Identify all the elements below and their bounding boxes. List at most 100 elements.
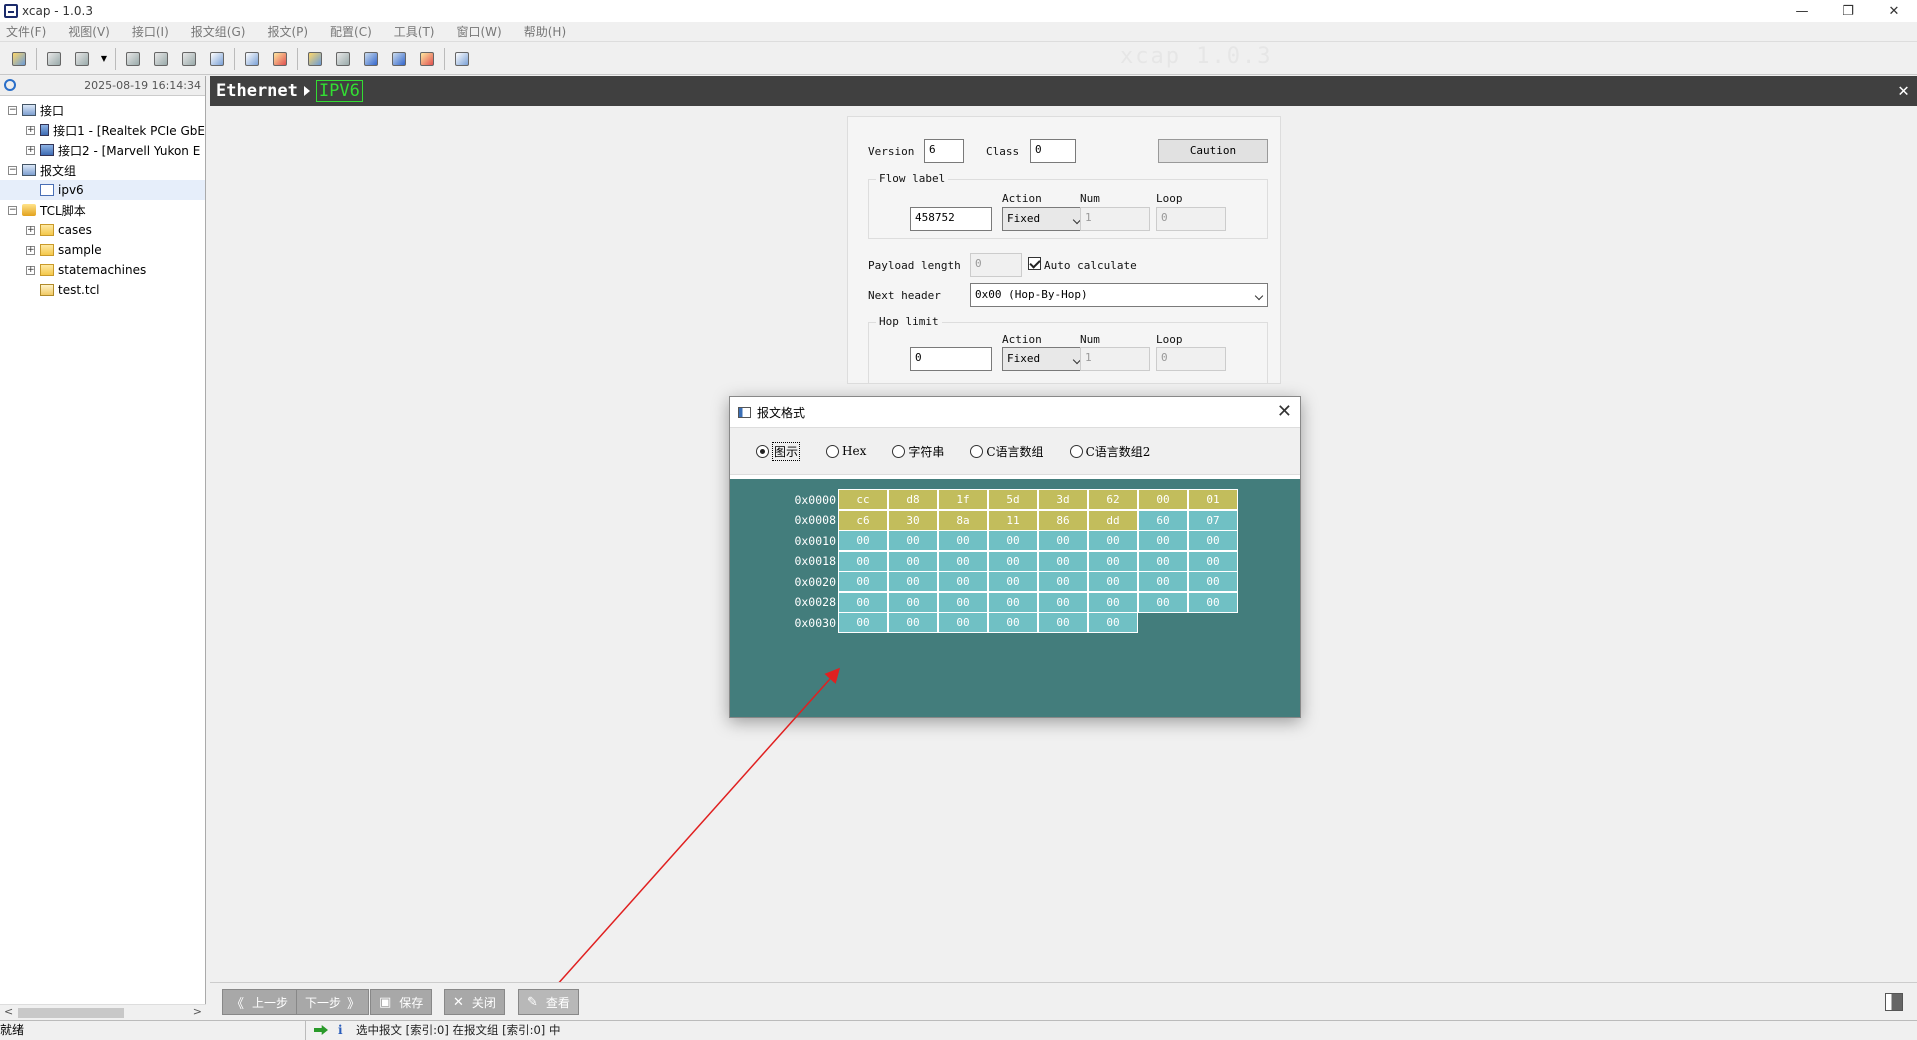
scroll-right-icon[interactable]: >	[193, 1005, 202, 1018]
payload-length-input[interactable]: 0	[970, 253, 1022, 277]
expand-icon[interactable]: +	[26, 225, 35, 235]
status-bar: 就绪 i 选中报文 [索引:0] 在报文组 [索引:0] 中	[0, 1020, 1917, 1040]
hop-loop-label: Loop	[1156, 333, 1183, 346]
previous-step-button[interactable]: 《 上一步	[222, 989, 298, 1015]
breadcrumb-ethernet[interactable]: Ethernet	[216, 81, 298, 101]
hex-byte[interactable]: 00	[838, 612, 888, 633]
toolbar-align-button[interactable]	[332, 48, 354, 70]
toolbar-delete-group-button[interactable]	[269, 48, 291, 70]
close-window-button[interactable]: ✕	[1871, 0, 1917, 22]
menu-window[interactable]: 窗口(W)	[457, 23, 502, 40]
version-input[interactable]: 6	[924, 139, 964, 163]
next-header-select[interactable]: 0x00 (Hop-By-Hop)	[970, 283, 1268, 307]
capture-icon	[126, 51, 140, 66]
minimize-button[interactable]: —	[1779, 0, 1825, 22]
breadcrumb-ipv6[interactable]: IPV6	[315, 80, 363, 102]
view-button[interactable]: ✎ 查看	[518, 989, 579, 1015]
tree-node-sample[interactable]: + sample	[0, 240, 205, 260]
collapse-icon[interactable]: −	[8, 105, 17, 115]
expand-icon[interactable]: +	[26, 245, 35, 255]
tree-node-cases[interactable]: + cases	[0, 220, 205, 240]
expand-icon[interactable]: +	[26, 145, 35, 155]
next-step-button[interactable]: 下一步 》	[296, 989, 370, 1015]
app-icon	[4, 4, 18, 18]
hop-num-label: Num	[1080, 333, 1100, 346]
close-editor-button[interactable]: ✕	[1898, 80, 1909, 101]
auto-calculate-checkbox[interactable]	[1028, 257, 1041, 270]
flow-label-input[interactable]: 458752	[910, 207, 992, 231]
sidebar-horizontal-scrollbar[interactable]: < >	[0, 1004, 206, 1020]
tree-node-interfaces[interactable]: − 接口	[0, 100, 205, 120]
expand-icon[interactable]: +	[26, 265, 35, 275]
radio-hex[interactable]: Hex	[826, 444, 866, 458]
restore-button[interactable]: ❐	[1825, 0, 1871, 22]
menu-view[interactable]: 视图(V)	[68, 23, 110, 40]
tree-view[interactable]: − 接口 + 接口1 - [Realtek PCIe GbE + 接口2 - […	[0, 96, 205, 300]
toolbar-dropdown-arrow[interactable]: ▼	[99, 48, 109, 70]
hex-byte[interactable]: 00	[988, 612, 1038, 633]
breadcrumb: Ethernet IPV6 ✕	[210, 76, 1917, 106]
dialog-title-bar: 报文格式 ✕	[730, 397, 1300, 427]
close-button[interactable]: ✕ 关闭	[444, 989, 505, 1015]
menu-file[interactable]: 文件(F)	[6, 23, 46, 40]
toolbar-stats-button[interactable]	[416, 48, 438, 70]
flow-loop-input[interactable]: 0	[1156, 207, 1226, 231]
folder-icon	[40, 244, 54, 256]
flow-num-input[interactable]: 1	[1080, 207, 1150, 231]
double-chevron-left-icon: 《	[231, 996, 245, 1012]
toolbar-capture-button[interactable]	[122, 48, 144, 70]
radio-diagram[interactable]: 图示	[756, 441, 801, 461]
tree-node-statemachines[interactable]: + statemachines	[0, 260, 205, 280]
class-input[interactable]: 0	[1030, 139, 1076, 163]
caution-button[interactable]: Caution	[1158, 139, 1268, 163]
button-label: 保存	[399, 995, 424, 1010]
toolbar-open-button[interactable]	[8, 48, 30, 70]
tree-node-tcl-scripts[interactable]: − TCL脚本	[0, 200, 205, 220]
toolbar-export-button[interactable]	[178, 48, 200, 70]
menu-help[interactable]: 帮助(H)	[524, 23, 566, 40]
chat-icon	[455, 51, 469, 66]
hop-loop-input[interactable]: 0	[1156, 347, 1226, 371]
menu-packet[interactable]: 报文(P)	[267, 23, 308, 40]
hop-num-input[interactable]: 1	[1080, 347, 1150, 371]
radio-c-array[interactable]: C语言数组	[970, 443, 1044, 460]
menu-interface[interactable]: 接口(I)	[132, 23, 169, 40]
dialog-close-button[interactable]: ✕	[1277, 401, 1292, 422]
flow-action-select[interactable]: Fixed	[1002, 207, 1086, 231]
collapse-icon[interactable]: −	[8, 165, 17, 175]
scroll-left-icon[interactable]: <	[4, 1005, 13, 1018]
hop-action-select[interactable]: Fixed	[1002, 347, 1086, 371]
tree-node-test-tcl[interactable]: test.tcl	[0, 280, 205, 300]
hex-byte[interactable]: 00	[938, 612, 988, 633]
hop-limit-input[interactable]: 0	[910, 347, 992, 371]
toolbar-chart-button[interactable]	[388, 48, 410, 70]
radio-c-array-2[interactable]: C语言数组2	[1069, 443, 1150, 460]
toolbar-report-button[interactable]	[304, 48, 326, 70]
scrollbar-thumb[interactable]	[18, 1008, 124, 1018]
hex-byte[interactable]: 00	[1188, 591, 1238, 613]
menu-packet-group[interactable]: 报文组(G)	[191, 23, 246, 40]
radio-label: 字符串	[908, 444, 945, 459]
menu-config[interactable]: 配置(C)	[330, 23, 372, 40]
toolbar-send-dropdown-button[interactable]	[71, 48, 93, 70]
save-button[interactable]: ▣ 保存	[370, 989, 433, 1015]
hex-byte[interactable]: 00	[1038, 612, 1088, 633]
panel-toggle-icon[interactable]	[1885, 993, 1903, 1011]
tree-node-packet-groups[interactable]: − 报文组	[0, 160, 205, 180]
menu-tools[interactable]: 工具(T)	[394, 23, 435, 40]
toolbar-book-button[interactable]	[206, 48, 228, 70]
collapse-icon[interactable]: −	[8, 205, 17, 215]
tree-node-interface-2[interactable]: + 接口2 - [Marvell Yukon E	[0, 140, 205, 160]
toolbar-stop-button[interactable]	[150, 48, 172, 70]
expand-icon[interactable]: +	[26, 125, 35, 135]
hex-byte[interactable]: 00	[1088, 612, 1138, 633]
hex-byte[interactable]: 00	[1138, 591, 1188, 613]
tree-node-ipv6[interactable]: ipv6	[0, 180, 205, 200]
toolbar-document-button[interactable]	[360, 48, 382, 70]
toolbar-chat-button[interactable]	[451, 48, 473, 70]
radio-string[interactable]: 字符串	[892, 443, 944, 460]
toolbar-add-group-button[interactable]	[241, 48, 263, 70]
hex-byte[interactable]: 00	[888, 612, 938, 633]
toolbar-send-button[interactable]	[43, 48, 65, 70]
tree-node-interface-1[interactable]: + 接口1 - [Realtek PCIe GbE	[0, 120, 205, 140]
